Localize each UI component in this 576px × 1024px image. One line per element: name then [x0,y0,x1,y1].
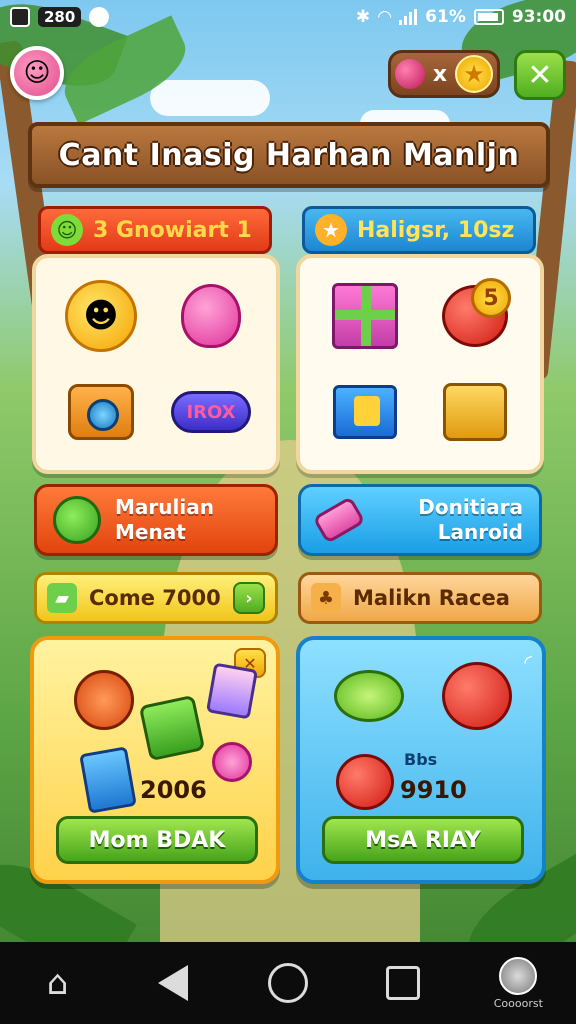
wifi-icon: ◠ [378,7,392,27]
home-circle-button[interactable] [258,953,318,1013]
status-counter: 280 [38,7,82,27]
tab-left-label: 3 Gnowiart 1 [93,217,252,243]
mushroom-icon: ♣ [311,583,341,613]
tab-left[interactable]: ☺ 3 Gnowiart 1 [38,206,272,254]
profile-icon [499,956,538,995]
green-blob-icon [53,496,101,544]
pink-blob-icon[interactable] [181,284,241,348]
app-notification-icon [89,7,110,27]
currency-multiplier: x [432,61,448,87]
tomato-icon [442,662,512,730]
arrow-right-icon[interactable]: › [233,582,265,614]
frame-icon [205,662,259,720]
sun-creature-icon[interactable]: ☻ [65,280,137,352]
badge-item-icon[interactable]: IROX [171,391,251,433]
camera-icon[interactable] [68,384,134,440]
reward-card-left[interactable]: ☻ IROX [32,254,280,474]
msa-riay-button[interactable]: MsA RIAY [322,816,524,864]
ticket-icon: ▰ [47,583,77,613]
star-coin-icon: ★ [455,55,493,93]
close-button[interactable]: ✕ [514,50,566,100]
offer-card-left[interactable]: ✕ 2006 Mom BDAK [30,636,280,884]
come-pill-label: Come 7000 [89,586,221,610]
marulian-line2: Menat [115,520,186,544]
donitiara-line2: Lanroid [437,520,523,544]
pink-creature-icon [212,742,252,782]
profile-button[interactable]: Coooorst [488,953,548,1013]
offer-right-value: 9910 [400,776,467,804]
mom-bdak-button[interactable]: Mom BDAK [56,816,258,864]
status-bar: 280 ✱ ◠ 61% 93:00 [0,0,576,34]
tab-right[interactable]: ★ Haligsr, 10sz [302,206,536,254]
offer-left-value: 2006 [140,776,207,804]
back-icon [157,965,188,1001]
phone-icon [79,746,137,814]
bluetooth-icon: ✱ [355,7,371,27]
badge-item-text: IROX [186,401,236,423]
square-icon [386,966,421,1000]
donitiara-button[interactable]: Donitiara Lanroid [298,484,542,556]
small-tomato-icon [336,754,394,810]
come-pill[interactable]: ▰ Come 7000 › [34,572,278,624]
coin-tag: 5 [471,278,511,318]
page-title: Cant Inasig Harhan Manljn [28,122,550,188]
lime-icon [334,670,404,722]
battery-icon [473,9,504,25]
battery-percent: 61% [425,7,466,27]
funnel-icon [74,670,134,730]
malikn-pill[interactable]: ♣ Malikn Racea [298,572,542,624]
offer-card-right[interactable]: ◜ Bbs 9910 MsA RIAY [296,636,546,884]
circle-icon [267,963,308,1003]
back-button[interactable] [143,953,203,1013]
smiley-icon: ☺ [51,214,83,246]
gift-icon[interactable] [332,283,398,349]
star-icon: ★ [315,214,347,246]
potion-icon [312,496,366,544]
malikn-pill-label: Malikn Racea [353,586,510,610]
signal-icon [399,9,418,25]
navigation-bar: ⌂ Coooorst [0,942,576,1024]
green-cube-icon [138,694,206,762]
currency-counter[interactable]: x ★ [388,50,500,98]
gallery-icon [10,7,30,27]
donitiara-line1: Donitiara [418,495,523,519]
pink-face-icon: ☺ [23,58,51,88]
player-avatar[interactable]: ☺ [10,46,64,100]
gold-chest-icon[interactable] [443,383,507,441]
clock: 93:00 [511,7,566,27]
berries-icon [394,59,425,89]
close-icon: ✕ [527,57,553,93]
recents-button[interactable] [373,953,433,1013]
apple-icon[interactable]: 5 [442,278,511,347]
offer-right-small: Bbs [404,750,438,769]
home-icon[interactable]: ⌂ [28,953,88,1013]
profile-label: Coooorst [493,996,543,1010]
marulian-line1: Marulian [115,495,214,519]
reward-card-right[interactable]: 5 [296,254,544,474]
tab-right-label: Haligsr, 10sz [357,217,515,243]
marulian-button[interactable]: Marulian Menat [34,484,278,556]
blue-box-icon[interactable] [333,385,397,439]
